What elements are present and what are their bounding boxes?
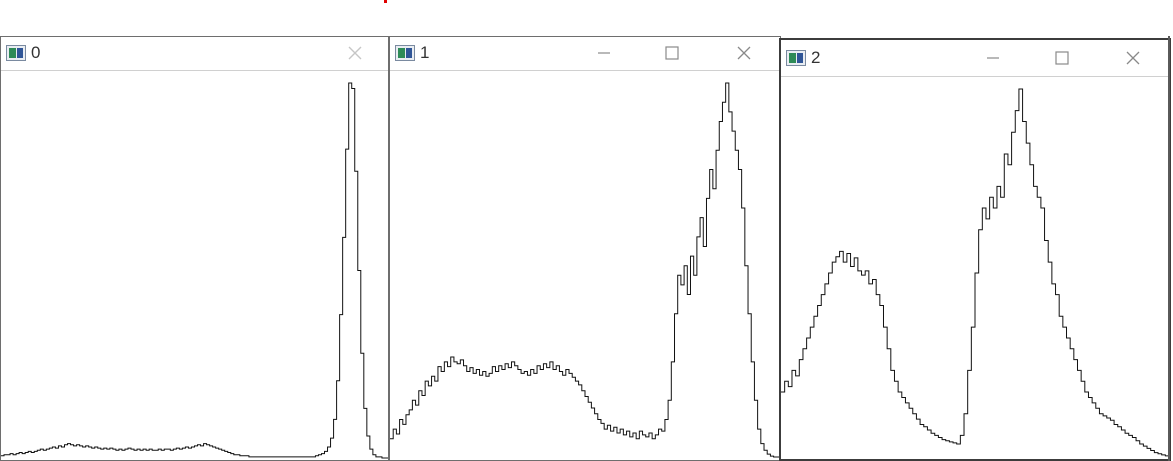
histogram-canvas bbox=[781, 77, 1169, 459]
maximize-icon bbox=[665, 46, 679, 60]
close-icon bbox=[737, 46, 751, 60]
minimize-button[interactable] bbox=[971, 44, 1015, 72]
window-title: 2 bbox=[811, 48, 821, 67]
close-button[interactable] bbox=[1111, 44, 1155, 72]
window-title: 1 bbox=[420, 43, 430, 62]
red-pixel-mark bbox=[384, 0, 387, 3]
histogram-window-2[interactable]: 2 bbox=[779, 38, 1171, 461]
window-title: 0 bbox=[31, 43, 41, 62]
desktop: 0 1 2 bbox=[0, 0, 1173, 461]
histogram-window-0[interactable]: 0 bbox=[0, 36, 389, 461]
minimize-button[interactable] bbox=[582, 39, 626, 67]
close-icon bbox=[1126, 51, 1140, 65]
minimize-icon bbox=[598, 52, 610, 54]
histogram-line bbox=[1, 82, 388, 459]
close-button[interactable] bbox=[333, 39, 377, 67]
close-icon bbox=[348, 46, 362, 60]
histogram-plot bbox=[1, 82, 388, 459]
histogram-line bbox=[781, 88, 1169, 457]
maximize-icon bbox=[1055, 51, 1069, 65]
histogram-plot bbox=[390, 82, 780, 458]
histogram-window-1[interactable]: 1 bbox=[389, 36, 781, 461]
histogram-canvas bbox=[1, 71, 388, 460]
titlebar[interactable]: 1 bbox=[390, 37, 780, 71]
window-app-icon bbox=[6, 45, 26, 61]
histogram-line bbox=[390, 82, 780, 458]
titlebar[interactable]: 0 bbox=[1, 37, 388, 71]
maximize-button[interactable] bbox=[650, 39, 694, 67]
window-app-icon bbox=[395, 45, 415, 61]
histogram-plot bbox=[781, 88, 1169, 457]
close-button[interactable] bbox=[722, 39, 766, 67]
minimize-icon bbox=[987, 57, 999, 59]
titlebar[interactable]: 2 bbox=[781, 40, 1169, 77]
histogram-canvas bbox=[390, 71, 780, 460]
window-app-icon bbox=[786, 50, 806, 66]
maximize-button[interactable] bbox=[1040, 44, 1084, 72]
window-edge bbox=[1168, 36, 1170, 461]
